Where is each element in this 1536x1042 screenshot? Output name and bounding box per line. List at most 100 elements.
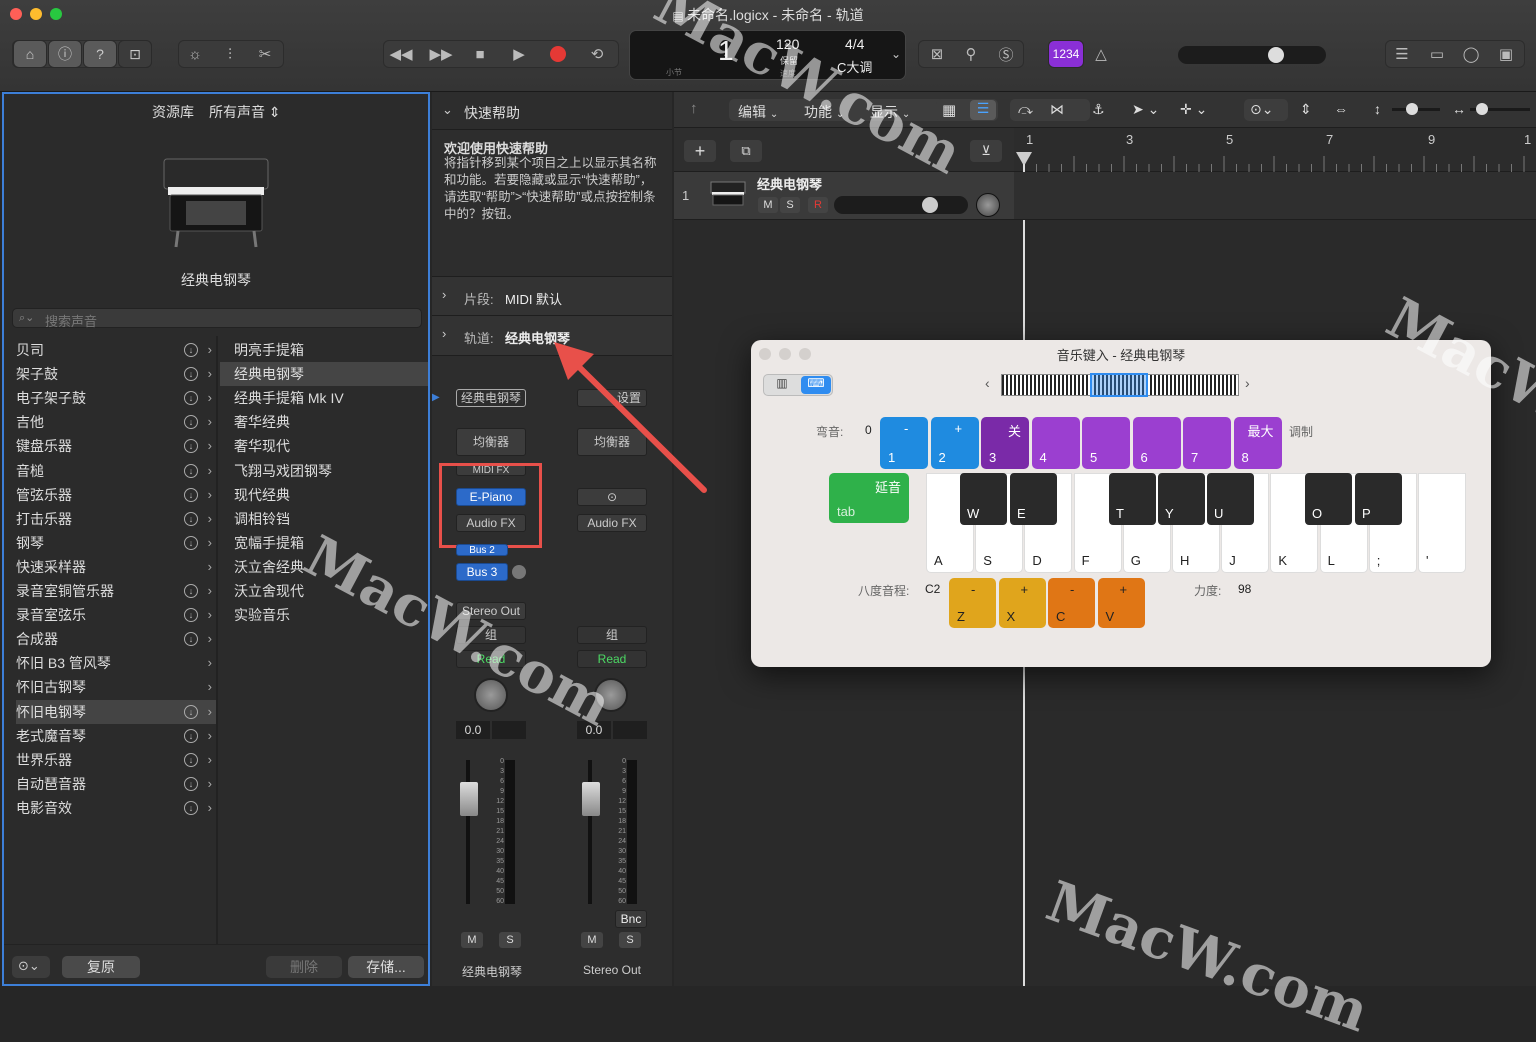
piano-keyboard-mode-icon[interactable]: ▥ [767, 376, 797, 394]
library-filter-dropdown[interactable]: 所有声音 ⇕ [209, 102, 281, 122]
category-item[interactable]: 录音室弦乐 ↓ › [16, 603, 216, 627]
lcd-signature[interactable]: 4/4 [845, 36, 864, 52]
ch1-eq-button[interactable]: 均衡器 [456, 428, 526, 456]
pitch-key-8[interactable]: 最大 8 [1233, 417, 1282, 469]
ch1-mute-button[interactable]: M [461, 932, 483, 948]
cycle-button[interactable]: ⟲ [586, 44, 608, 64]
smart-controls-button[interactable]: ☼ [184, 44, 206, 64]
category-item[interactable]: 世界乐器 ↓ › [16, 748, 216, 772]
vertical-zoom-knob[interactable] [1406, 103, 1418, 115]
track-volume-knob[interactable] [922, 197, 938, 213]
category-item[interactable]: 老式魔音琴 ↓ › [16, 724, 216, 748]
download-icon[interactable]: ↓ [184, 343, 198, 357]
octave-key-v[interactable]: + V [1097, 578, 1145, 628]
forward-button[interactable]: ▶▶ [429, 44, 452, 64]
count-in-button[interactable]: 1234 [1048, 40, 1084, 68]
list-view-icon[interactable]: ☰ [970, 100, 996, 120]
horizontal-zoom-knob[interactable] [1476, 103, 1488, 115]
download-icon[interactable]: ↓ [184, 752, 198, 767]
black-key[interactable]: P [1355, 473, 1402, 525]
vertical-zoom-fit-icon[interactable]: ⇕ [1300, 101, 1312, 118]
delete-button[interactable]: 删除 [266, 956, 342, 978]
ch1-group-slot[interactable]: 组 [456, 626, 526, 644]
inspector-button[interactable]: ⓘ [48, 40, 82, 68]
ch2-solo-button[interactable]: S [619, 932, 641, 948]
rewind-button[interactable]: ◀◀ [389, 44, 412, 64]
download-icon[interactable]: ↓ [184, 391, 198, 406]
library-action-button[interactable]: ⊙⌄ [12, 956, 50, 978]
ch2-audio-fx-slot[interactable]: Audio FX [577, 514, 647, 532]
list-editors-button[interactable]: ☰ [1391, 44, 1413, 64]
black-key[interactable]: E [1010, 473, 1057, 525]
tuner-button[interactable]: ⚲ [960, 44, 982, 64]
solo-mode-button[interactable]: Ⓢ [995, 44, 1017, 64]
pitch-key-3[interactable]: 关3 [981, 417, 1029, 469]
download-icon[interactable]: ↓ [184, 704, 198, 719]
white-key[interactable]: ' [1418, 473, 1466, 573]
octave-key-x[interactable]: + X [998, 578, 1046, 628]
category-item[interactable]: 合成器 ↓ › [16, 627, 216, 651]
category-item[interactable]: 钢琴 ↓ › [16, 531, 216, 555]
category-item[interactable]: 电影音效 ↓ › [16, 796, 216, 820]
download-icon[interactable]: ↓ [184, 584, 198, 598]
keyboard-range-overview[interactable] [1001, 373, 1239, 397]
track-volume-slider[interactable] [834, 196, 968, 214]
add-track-button[interactable]: + [684, 140, 716, 162]
sustain-key[interactable]: 延音 tab [829, 473, 909, 523]
catch-icon[interactable]: ⚓ [1092, 101, 1105, 118]
category-item[interactable]: 怀旧古钢琴 › [16, 675, 216, 699]
lcd-dropdown-icon[interactable]: ⌄ [891, 47, 901, 61]
edit-menu[interactable]: 编辑 ⌄ [738, 102, 778, 122]
download-icon[interactable]: ↓ [184, 367, 198, 382]
stop-button[interactable]: ■ [469, 44, 491, 64]
mixer-button[interactable]: ⫶ [219, 44, 241, 64]
category-item[interactable]: 电子架子鼓 ↓ › [16, 386, 216, 410]
pitch-key-7[interactable]: 7 [1183, 417, 1231, 469]
black-key[interactable]: U [1207, 473, 1254, 525]
download-icon[interactable]: ↓ [184, 608, 198, 623]
automation-icon[interactable]: ⤼ [1018, 101, 1033, 118]
master-volume-slider[interactable] [1178, 46, 1326, 64]
category-item[interactable]: 贝司 ↓ › [16, 338, 216, 362]
black-key[interactable]: O [1305, 473, 1352, 525]
pointer-tool-menu[interactable]: ➤ ⌄ [1132, 101, 1159, 118]
notepad-button[interactable]: ▭ [1426, 44, 1448, 64]
browsers-button[interactable]: ▣ [1495, 44, 1517, 64]
secondary-tool-menu[interactable]: ✛ ⌄ [1180, 101, 1207, 118]
replace-button[interactable]: ⊠ [926, 44, 948, 64]
ch2-bounce-button[interactable]: Bnc [615, 910, 647, 928]
record-button[interactable] [547, 44, 569, 64]
toolbar-button[interactable]: ⊡ [118, 40, 152, 68]
patch-item[interactable]: 明亮手提箱 [234, 338, 424, 362]
category-item[interactable]: 管弦乐器 ↓ › [16, 483, 216, 507]
view-menu[interactable]: 显示 ⌄ [870, 102, 910, 122]
category-item[interactable]: 自动琶音器 ↓ › [16, 772, 216, 796]
patch-item[interactable]: 实验音乐 [234, 603, 424, 627]
octave-key-z[interactable]: -Z [949, 578, 996, 628]
keyboard-range-selection[interactable] [1090, 373, 1148, 397]
pitch-key-4[interactable]: 4 [1031, 417, 1080, 469]
patch-item[interactable]: 经典手提箱 Mk IV [234, 386, 424, 410]
octave-key-c[interactable]: -C [1048, 578, 1095, 628]
category-item[interactable]: 吉他 ↓ › [16, 410, 216, 434]
ch1-fader-handle[interactable] [460, 782, 478, 816]
play-button[interactable]: ▶ [508, 44, 530, 64]
category-item[interactable]: 打击乐器 ↓ › [16, 507, 216, 531]
patch-item[interactable]: 现代经典 [234, 483, 424, 507]
metronome-button[interactable]: △ [1090, 44, 1112, 64]
download-icon[interactable]: ↓ [184, 415, 198, 430]
octave-left-icon[interactable]: ‹ [985, 375, 990, 391]
track-mute-button[interactable]: M [758, 197, 778, 213]
pitch-key-6[interactable]: 6 [1132, 417, 1181, 469]
ch1-send-bus3[interactable]: Bus 3 [456, 563, 508, 581]
download-icon[interactable]: ↓ [184, 800, 198, 815]
patch-item[interactable]: 调相铃铛 [234, 507, 424, 531]
lcd-display[interactable]: 1 小节 120 保留 速度 4/4 C大调 ⌄ [629, 30, 906, 80]
download-icon[interactable]: ↓ [184, 632, 198, 647]
category-item[interactable]: 音槌 ↓ › [16, 459, 216, 483]
ch1-setting-button[interactable]: 经典电钢琴 [456, 389, 526, 407]
pitch-key-2[interactable]: +2 [930, 417, 979, 469]
quick-help-button[interactable]: ? [83, 40, 117, 68]
category-item[interactable]: 录音室铜管乐器 ↓ › [16, 579, 216, 603]
patch-item[interactable]: 奢华经典 [234, 410, 424, 434]
